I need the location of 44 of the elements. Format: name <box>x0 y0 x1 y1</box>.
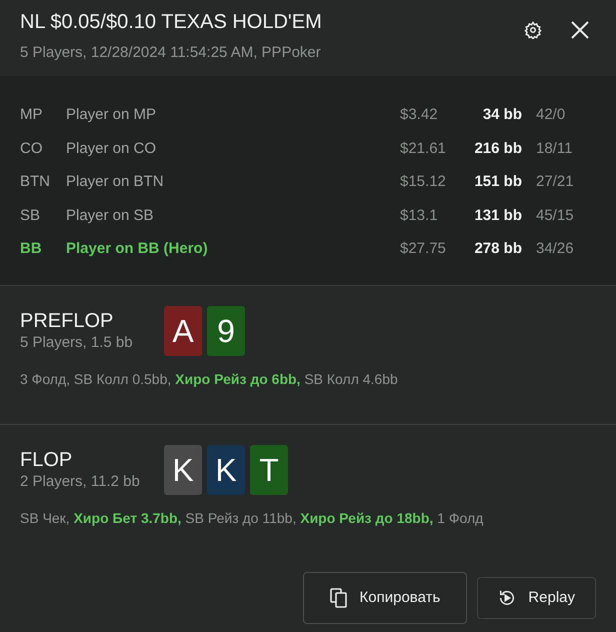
player-stack: 131 bb <box>473 206 522 224</box>
settings-icon[interactable] <box>524 21 542 39</box>
player-stats: 45/15 <box>535 206 575 224</box>
replay-button[interactable]: Replay <box>477 577 596 619</box>
player-money: $15.12 <box>400 172 447 191</box>
player-position: BTN <box>20 172 51 191</box>
player-name: Player on BTN <box>66 172 165 191</box>
street-name: FLOP <box>20 448 74 472</box>
player-money: $13.1 <box>400 206 439 224</box>
player-stack: 278 bb <box>473 239 522 258</box>
player-money: $3.42 <box>400 105 439 124</box>
player-name: Player on SB <box>66 206 155 224</box>
street-name: PREFLOP <box>20 309 114 333</box>
playing-card: K <box>207 445 245 495</box>
player-stats: 27/21 <box>535 172 575 191</box>
player-stack: 216 bb <box>473 138 522 158</box>
player-position: SB <box>20 206 42 224</box>
player-stats: 42/0 <box>535 105 566 124</box>
playing-card: 9 <box>207 306 245 356</box>
close-icon[interactable] <box>570 20 590 40</box>
player-name: Player on BB (Hero) <box>66 239 209 258</box>
player-stats: 34/26 <box>535 239 575 258</box>
player-name: Player on MP <box>66 105 158 124</box>
replay-icon <box>498 589 516 607</box>
playing-card: A <box>164 306 202 356</box>
player-stack: 34 bb <box>482 105 522 124</box>
playing-card: T <box>250 445 288 495</box>
street-info: 2 Players, 11.2 bb <box>20 472 141 492</box>
player-position: MP <box>20 105 44 124</box>
window-title: NL $0.05/$0.10 TEXAS HOLD'EM <box>20 10 322 35</box>
action-summary: 3 Фолд, SB Колл 0.5bb, Хиро Рейз до 6bb, SB Колл 4.6bb <box>20 370 399 389</box>
player-money: $27.75 <box>400 239 447 258</box>
player-position: BB <box>20 239 43 258</box>
player-stats: 18/11 <box>535 138 574 158</box>
street-info: 5 Players, 1.5 bb <box>20 333 134 353</box>
player-stack: 151 bb <box>473 172 522 191</box>
window-subtitle: 5 Players, 12/28/2024 11:54:25 AM, PPPoker <box>20 43 322 63</box>
player-name: Player on CO <box>66 138 158 158</box>
player-position: CO <box>20 138 44 158</box>
action-summary: SB Чек, Хиро Бет 3.7bb, SB Рейз до 11bb, Хиро Рейз до 18bb, 1 Фолд <box>20 509 484 528</box>
copy-icon <box>330 588 348 608</box>
copy-button[interactable]: Копировать <box>302 572 468 624</box>
player-money: $21.61 <box>400 138 447 158</box>
playing-card: K <box>164 445 202 495</box>
